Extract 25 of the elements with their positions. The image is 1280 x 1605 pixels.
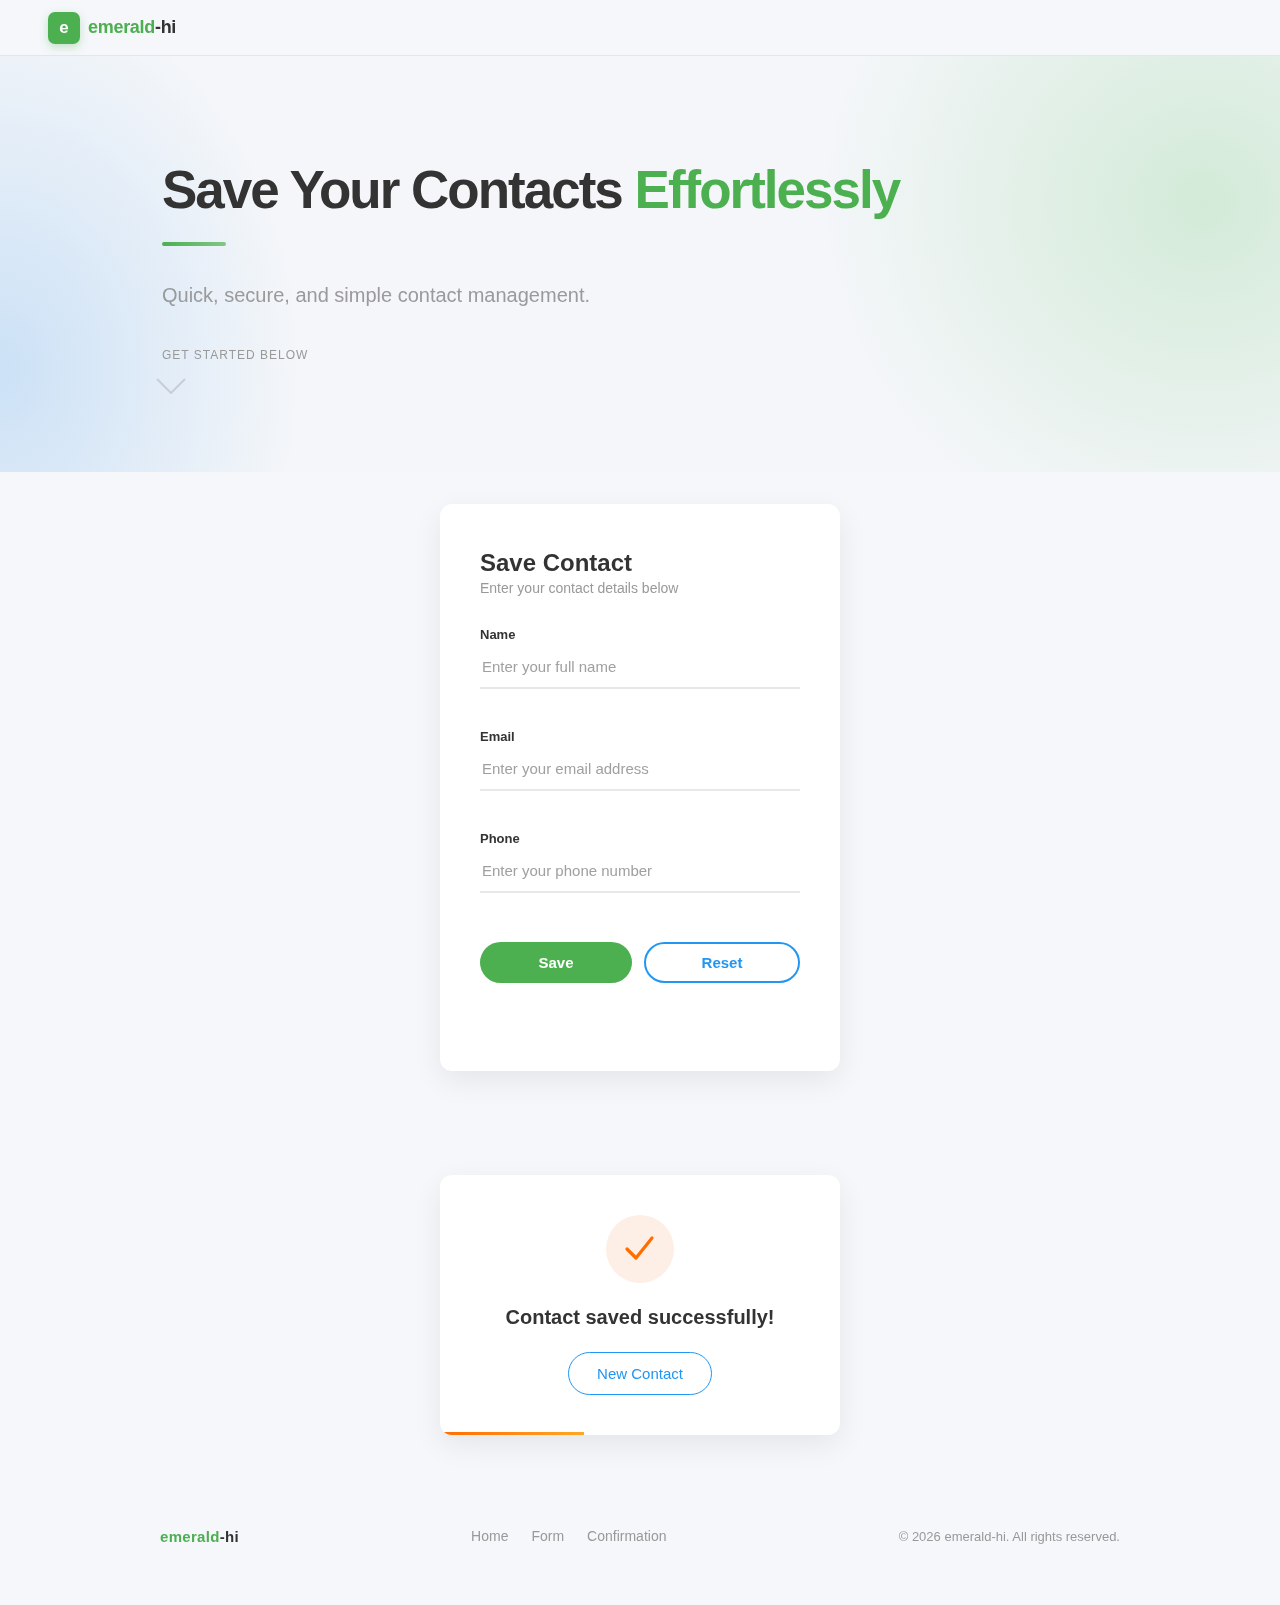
hero-subtitle: Quick, secure, and simple contact management.	[162, 283, 590, 308]
input-field[interactable]: Enter your full name	[480, 647, 800, 689]
new-contact-button[interactable]: New Contact	[568, 1352, 712, 1395]
form-title: Save Contact	[480, 548, 633, 577]
save-button[interactable]: Save	[480, 942, 632, 983]
get-started-label: GET STARTED BELOW	[162, 347, 309, 363]
footer-link[interactable]: Form	[531, 1528, 565, 1544]
logo-mark[interactable]: e	[48, 11, 80, 44]
brand-name[interactable]: emerald-hi	[88, 17, 177, 38]
footer-link[interactable]: Confirmation	[587, 1528, 667, 1544]
footer-brand[interactable]: emerald-hi	[160, 1527, 239, 1545]
input-field[interactable]: Enter your email address	[480, 749, 800, 791]
success-message: Contact saved successfully!	[505, 1305, 775, 1329]
field-label: Name	[480, 626, 516, 644]
input-field[interactable]: Enter your phone number	[480, 851, 800, 893]
hero-title: Save Your Contacts Effortlessly	[162, 159, 900, 221]
field-label: Phone	[480, 830, 520, 848]
check-icon	[606, 1215, 674, 1283]
copyright-text: © 2026 emerald-hi. All rights reserved.	[898, 1528, 1120, 1544]
form-subtitle: Enter your contact details below	[480, 579, 679, 598]
footer-link[interactable]: Home	[471, 1528, 509, 1544]
chevron-down-icon	[156, 378, 186, 394]
accent-bar	[162, 242, 226, 246]
reset-button[interactable]: Reset	[644, 942, 800, 983]
field-label: Email	[480, 728, 515, 746]
